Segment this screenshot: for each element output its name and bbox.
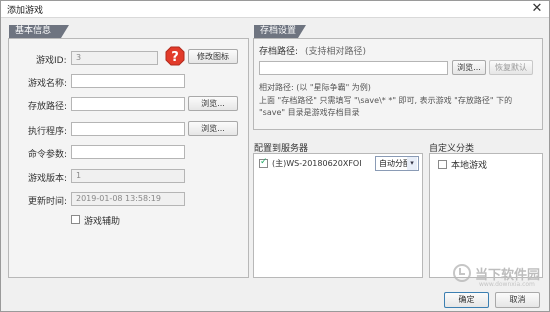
relative-path-note-1: 相对路径: (以 "星际争霸" 为例) — [259, 83, 371, 92]
updated-time-label: 更新时间: — [28, 197, 68, 207]
updated-time-field: 2019-01-08 13:58:19 — [71, 192, 185, 206]
archive-path-label: 存档路径: — [259, 47, 299, 57]
chevron-down-icon: ▾ — [407, 157, 417, 170]
relative-path-note-3: "save" 目录是游戏存档目录 — [259, 108, 360, 117]
archive-path-field[interactable] — [259, 61, 448, 75]
add-game-dialog: 添加游戏 ✕ 基本信息 游戏ID: 3 ? 修改图标 游戏名称: 存放路径: 浏… — [0, 0, 550, 312]
modify-icon-button[interactable]: 修改图标 — [188, 49, 238, 64]
game-assist-label: 游戏辅助 — [84, 217, 121, 227]
exec-field[interactable] — [71, 122, 185, 136]
relative-path-note-2: 上面 "存档路径" 只需填写 "\save\* *" 即可, 表示游戏 "存放路… — [259, 96, 513, 105]
cancel-button[interactable]: 取消 — [495, 292, 540, 308]
game-id-field: 3 — [71, 51, 158, 65]
cmd-args-label: 命令参数: — [28, 150, 68, 160]
category-checkbox-local-games[interactable] — [438, 160, 447, 169]
game-assist-checkbox[interactable] — [71, 215, 80, 224]
server-checkbox[interactable] — [259, 157, 268, 168]
server-row: (主)WS-20180620XFOI 自动分配 ▾ — [259, 156, 419, 171]
watermark-url: www.downxia.com — [479, 281, 535, 288]
game-icon: ? — [165, 46, 185, 66]
exec-label: 执行程序: — [28, 127, 68, 137]
category-list: 本地游戏 — [429, 153, 543, 278]
game-version-label: 游戏版本: — [28, 174, 68, 184]
title-bar: 添加游戏 ✕ — [1, 1, 549, 18]
game-name-label: 游戏名称: — [28, 79, 68, 89]
browse-save-path-button[interactable]: 浏览... — [188, 96, 238, 111]
game-id-label: 游戏ID: — [36, 56, 67, 66]
watermark-logo — [453, 264, 471, 282]
ok-button[interactable]: 确定 — [444, 292, 489, 308]
save-path-label: 存放路径: — [28, 102, 68, 112]
close-icon[interactable]: ✕ — [529, 1, 545, 17]
cmd-args-field[interactable] — [71, 145, 185, 159]
server-name: (主)WS-20180620XFOI — [272, 159, 362, 168]
server-list: (主)WS-20180620XFOI 自动分配 ▾ — [253, 153, 423, 278]
game-name-field[interactable] — [71, 74, 185, 88]
restore-default-button[interactable]: 恢复默认 — [489, 60, 533, 75]
window-title: 添加游戏 — [7, 6, 44, 16]
archive-browse-button[interactable]: 浏览... — [452, 60, 486, 75]
archive-path-hint: (支持相对路径) — [305, 47, 367, 57]
tab-archive-settings: 存档设置 — [254, 25, 306, 38]
browse-exec-button[interactable]: 浏览... — [188, 121, 238, 136]
tab-basic-info: 基本信息 — [9, 25, 69, 38]
category-label-local-games: 本地游戏 — [451, 161, 488, 171]
svg-text:?: ? — [171, 50, 179, 65]
save-path-field[interactable] — [71, 97, 185, 111]
allocation-select[interactable]: 自动分配 ▾ — [375, 156, 419, 171]
game-version-field: 1 — [71, 169, 185, 183]
question-icon: ? — [165, 46, 185, 66]
